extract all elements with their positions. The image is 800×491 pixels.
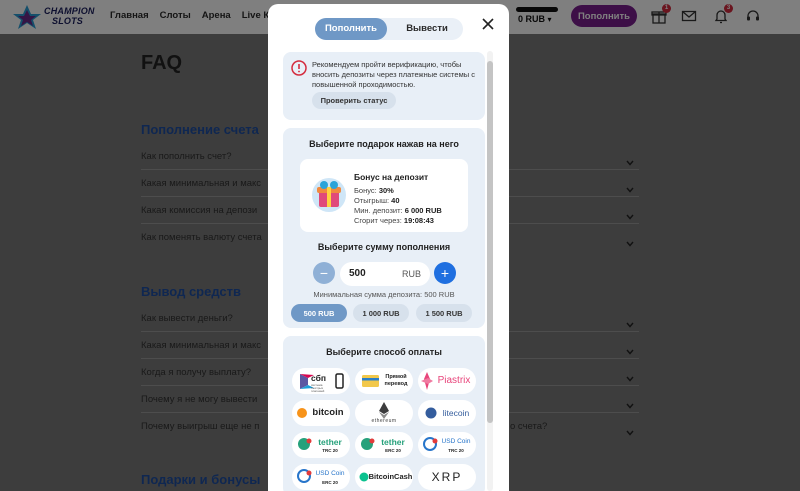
amount-currency: RUB: [401, 269, 421, 279]
bonus-detail-value: 40: [391, 196, 400, 205]
close-icon[interactable]: [482, 17, 494, 30]
usdcoin-logo-icon: [297, 469, 312, 483]
amount-title: Выберите сумму пополнения: [317, 242, 451, 252]
deposit-modal: Пополнить Вывести Рекомендуем пройти вер…: [268, 4, 509, 491]
payment-method-label: ethereum: [371, 418, 397, 424]
payment-method-label: bitcoin: [312, 407, 344, 418]
payment-method-label: USD Coin: [315, 470, 345, 477]
bonus-detail-value: 30%: [378, 186, 394, 195]
payment-methods-card: Выберите способ оплаты сбп система быстр…: [283, 336, 485, 491]
payment-method-label: tether: [318, 437, 342, 447]
payment-method-tether-trc20[interactable]: tether TRC 20: [292, 432, 350, 458]
bonus-detail: Мин. депозит: 6 000 RUB: [354, 206, 442, 215]
min-deposit-note: Минимальная сумма депозита: 500 RUB: [313, 290, 455, 299]
modal-tabs: Пополнить Вывести: [315, 18, 463, 40]
payment-method-bitcoin[interactable]: bitcoin: [292, 400, 350, 426]
payment-method-tether-erc20[interactable]: tether ERC 20: [355, 432, 413, 458]
bonus-detail-label: Бонус:: [354, 186, 377, 195]
tab-deposit[interactable]: Пополнить: [315, 18, 387, 40]
usdcoin-logo-icon: [423, 437, 438, 451]
payment-method-xrp[interactable]: XRP: [418, 464, 476, 490]
payment-method-piastrix[interactable]: Piastrix: [418, 368, 476, 394]
payment-method-sublabel: ERC 20: [385, 448, 401, 453]
bonus-name: Бонус на депозит: [354, 172, 429, 182]
tab-withdraw[interactable]: Вывести: [391, 18, 463, 40]
payment-method-ethereum[interactable]: ethereum: [355, 400, 413, 426]
payment-method-label: Piastrix: [437, 375, 471, 386]
check-status-button[interactable]: Проверить статус: [312, 92, 396, 109]
gift-amount-card: Выберите подарок нажав на него Бонус на …: [283, 128, 485, 328]
amount-input[interactable]: 500 RUB: [340, 262, 430, 286]
payment-title: Выберите способ оплаты: [326, 347, 442, 357]
increase-amount-button[interactable]: +: [434, 262, 456, 284]
gift-title: Выберите подарок нажав на него: [309, 139, 459, 149]
bonus-detail: Сгорит через: 19:08:43: [354, 216, 434, 225]
payment-method-sublabel: система быстрых платежей: [311, 383, 325, 394]
bonus-detail: Отыгрыш: 40: [354, 196, 400, 205]
payment-method-sublabel: TRC 20: [322, 448, 338, 453]
payment-method-usdcoin-trc20[interactable]: USD Coin TRC 20: [418, 432, 476, 458]
amount-value: 500: [349, 268, 366, 279]
bonus-detail-label: Мин. депозит:: [354, 206, 403, 215]
bonus-detail-label: Сгорит через:: [354, 216, 402, 225]
payment-method-usdcoin-erc20[interactable]: USD Coin ERC 20: [292, 464, 350, 490]
payment-method-sbp[interactable]: сбп система быстрых платежей: [292, 368, 350, 394]
bonus-detail: Бонус: 30%: [354, 186, 394, 195]
payment-method-label: tether: [381, 437, 405, 447]
payment-method-sublabel: ERC 20: [322, 480, 338, 485]
amount-chip-500[interactable]: 500 RUB: [291, 304, 347, 322]
gift-box-icon: [310, 176, 348, 214]
bonus-detail-value: 19:08:43: [403, 216, 434, 225]
bonus-card[interactable]: Бонус на депозит Бонус: 30% Отыгрыш: 40 …: [300, 159, 468, 232]
bonus-detail-label: Отыгрыш:: [354, 196, 390, 205]
payment-method-litecoin[interactable]: litecoin: [418, 400, 476, 426]
amount-chip-1500[interactable]: 1 500 RUB: [416, 304, 472, 322]
payment-method-direct-transfer[interactable]: Прямой перевод: [355, 368, 413, 394]
alert-text: Рекомендуем пройти верификацию, чтобы вн…: [312, 60, 475, 89]
decrease-amount-button[interactable]: −: [313, 262, 335, 284]
payment-method-label: XRP: [431, 470, 463, 484]
bonus-detail-value: 6 000 RUB: [404, 206, 442, 215]
payment-method-label: Прямой перевод: [384, 374, 408, 387]
amount-chip-1000[interactable]: 1 000 RUB: [353, 304, 409, 322]
scrollbar-thumb[interactable]: [487, 61, 493, 423]
payment-method-sublabel: TRC 20: [448, 448, 464, 453]
payment-method-bitcoincash[interactable]: BitcoinCash: [355, 464, 413, 490]
exclamation-circle-icon: [291, 60, 307, 76]
payment-method-label: litecoin: [442, 408, 470, 418]
payment-method-label: USD Coin: [441, 438, 471, 445]
payment-method-label: BitcoinCash: [368, 472, 413, 481]
verification-alert: Рекомендуем пройти верификацию, чтобы вн…: [283, 52, 485, 120]
payment-method-label: сбп: [311, 373, 326, 383]
